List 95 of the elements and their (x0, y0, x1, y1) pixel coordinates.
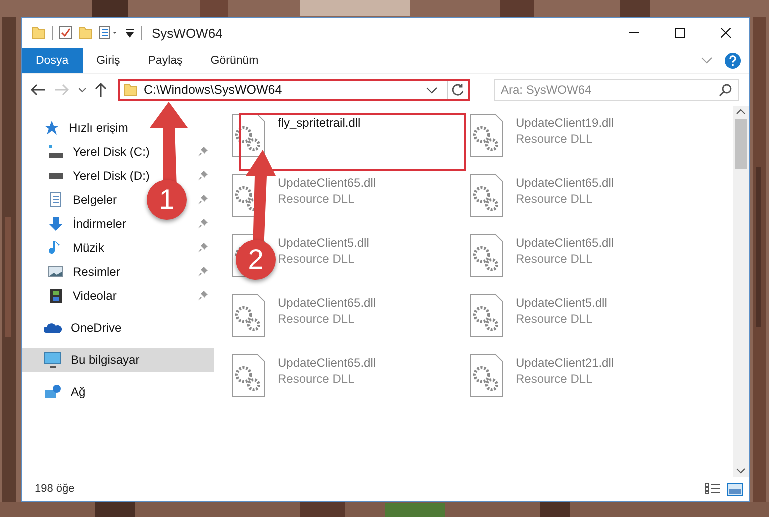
chevron-down-icon (78, 88, 86, 92)
file-name[interactable]: UpdateClient65.dll (516, 236, 614, 250)
pin-icon[interactable] (198, 219, 208, 229)
sidebar-item[interactable]: Ağ (44, 380, 90, 404)
file-name[interactable]: UpdateClient65.dll (278, 296, 376, 310)
address-path: C:\Windows\SysWOW64 (144, 83, 284, 97)
file-type: Resource DLL (278, 372, 356, 386)
file-type: Resource DLL (278, 192, 356, 206)
new-folder-icon (79, 26, 93, 40)
sidebar-label: Yerel Disk (D:) (73, 169, 150, 183)
file-menu-button[interactable]: Dosya (22, 48, 83, 73)
file-gears-icon (232, 114, 266, 158)
sidebar-item[interactable]: Müzik (48, 236, 108, 260)
file-gears-icon (470, 234, 504, 278)
sidebar-item[interactable]: OneDrive (44, 316, 126, 340)
thumbnail-view-icon[interactable] (727, 482, 743, 496)
file-name[interactable]: UpdateClient65.dll (516, 176, 614, 190)
item-count: 198 öğe (35, 483, 76, 495)
sidebar-label: Bu bilgisayar (71, 353, 140, 367)
pin-icon[interactable] (198, 291, 208, 301)
file-type: Resource DLL (516, 312, 594, 326)
drive-icon (48, 173, 64, 179)
sidebar-label: Belgeler (73, 193, 118, 207)
pin-icon[interactable] (198, 243, 208, 253)
sidebar-label: Ağ (71, 385, 86, 399)
sidebar-item[interactable]: Hızlı erişim (44, 116, 132, 140)
file-gears-icon (470, 174, 504, 218)
close-icon (721, 28, 731, 38)
search-field[interactable]: Ara: SysWOW64 (494, 79, 739, 101)
checklist-icon[interactable] (59, 26, 73, 40)
folder-icon (124, 83, 138, 97)
file-type: Resource DLL (278, 252, 356, 266)
sidebar-label: Yerel Disk (C:) (73, 145, 150, 159)
file-gears-icon (470, 114, 504, 158)
file-type: Resource DLL (516, 132, 594, 146)
sidebar-label: İndirmeler (73, 217, 126, 231)
sidebar-label: Videolar (73, 289, 117, 303)
sidebar-item[interactable]: Videolar (48, 284, 121, 308)
chevron-down-icon[interactable] (701, 56, 713, 64)
search-icon (719, 84, 732, 97)
pin-icon[interactable] (198, 267, 208, 277)
image-icon (48, 264, 64, 280)
file-name[interactable]: UpdateClient19.dll (516, 116, 614, 130)
details-view-icon[interactable] (705, 483, 721, 495)
file-name[interactable]: fly_spritetrail.dll (278, 116, 361, 130)
scroll-down-icon[interactable] (736, 468, 746, 474)
pin-icon[interactable] (198, 147, 208, 157)
recent-locations-button[interactable] (76, 86, 88, 94)
down-arrow-icon (48, 216, 64, 232)
folder-icon (32, 26, 46, 40)
sidebar-label: Resimler (73, 265, 120, 279)
file-name[interactable]: UpdateClient21.dll (516, 356, 614, 370)
address-bar[interactable]: C:\Windows\SysWOW64 (118, 79, 470, 101)
sidebar-item[interactable]: Resimler (48, 260, 124, 284)
properties-icon[interactable] (99, 26, 119, 40)
window-title: SysWOW64 (152, 26, 223, 40)
sidebar-label: OneDrive (71, 321, 122, 335)
sidebar-item[interactable]: Yerel Disk (C:) (48, 140, 154, 164)
ribbon-tab[interactable]: Görünüm (196, 48, 273, 73)
pin-icon[interactable] (198, 171, 208, 181)
drive-icon (48, 144, 64, 160)
file-type: Resource DLL (278, 312, 356, 326)
ribbon-tab[interactable]: Paylaş (134, 48, 197, 73)
scrollbar[interactable] (733, 106, 749, 477)
file-name[interactable]: UpdateClient5.dll (516, 296, 608, 310)
file-gears-icon (232, 294, 266, 338)
sidebar-item[interactable]: İndirmeler (48, 212, 130, 236)
file-type: Resource DLL (516, 192, 594, 206)
scrollbar-thumb[interactable] (735, 119, 747, 169)
file-name[interactable]: UpdateClient65.dll (278, 176, 376, 190)
sidebar-item[interactable]: Bu bilgisayar (44, 348, 144, 372)
file-type: Resource DLL (516, 252, 594, 266)
ribbon-tab[interactable]: Giriş (82, 48, 134, 73)
sidebar-item[interactable]: Belgeler (48, 188, 122, 212)
file-gears-icon (470, 294, 504, 338)
network-icon (44, 384, 62, 400)
monitor-icon (44, 352, 62, 368)
file-gears-icon (232, 354, 266, 398)
chevron-down-icon (426, 86, 438, 94)
file-gears-icon (470, 354, 504, 398)
caret-icon[interactable] (125, 28, 135, 38)
sidebar-label: Hızlı erişim (69, 121, 128, 135)
file-type: Resource DLL (516, 372, 594, 386)
minimize-icon (629, 32, 639, 34)
maximize-icon (675, 28, 685, 38)
document-icon (48, 192, 64, 208)
file-name[interactable]: UpdateClient65.dll (278, 356, 376, 370)
star-icon (44, 120, 60, 136)
file-name[interactable]: UpdateClient5.dll (278, 236, 370, 250)
sidebar-label: Müzik (73, 241, 104, 255)
film-icon (48, 288, 64, 304)
help-icon[interactable] (725, 52, 741, 68)
scroll-up-icon[interactable] (736, 109, 746, 115)
pin-icon[interactable] (198, 195, 208, 205)
cloud-icon (44, 321, 62, 335)
